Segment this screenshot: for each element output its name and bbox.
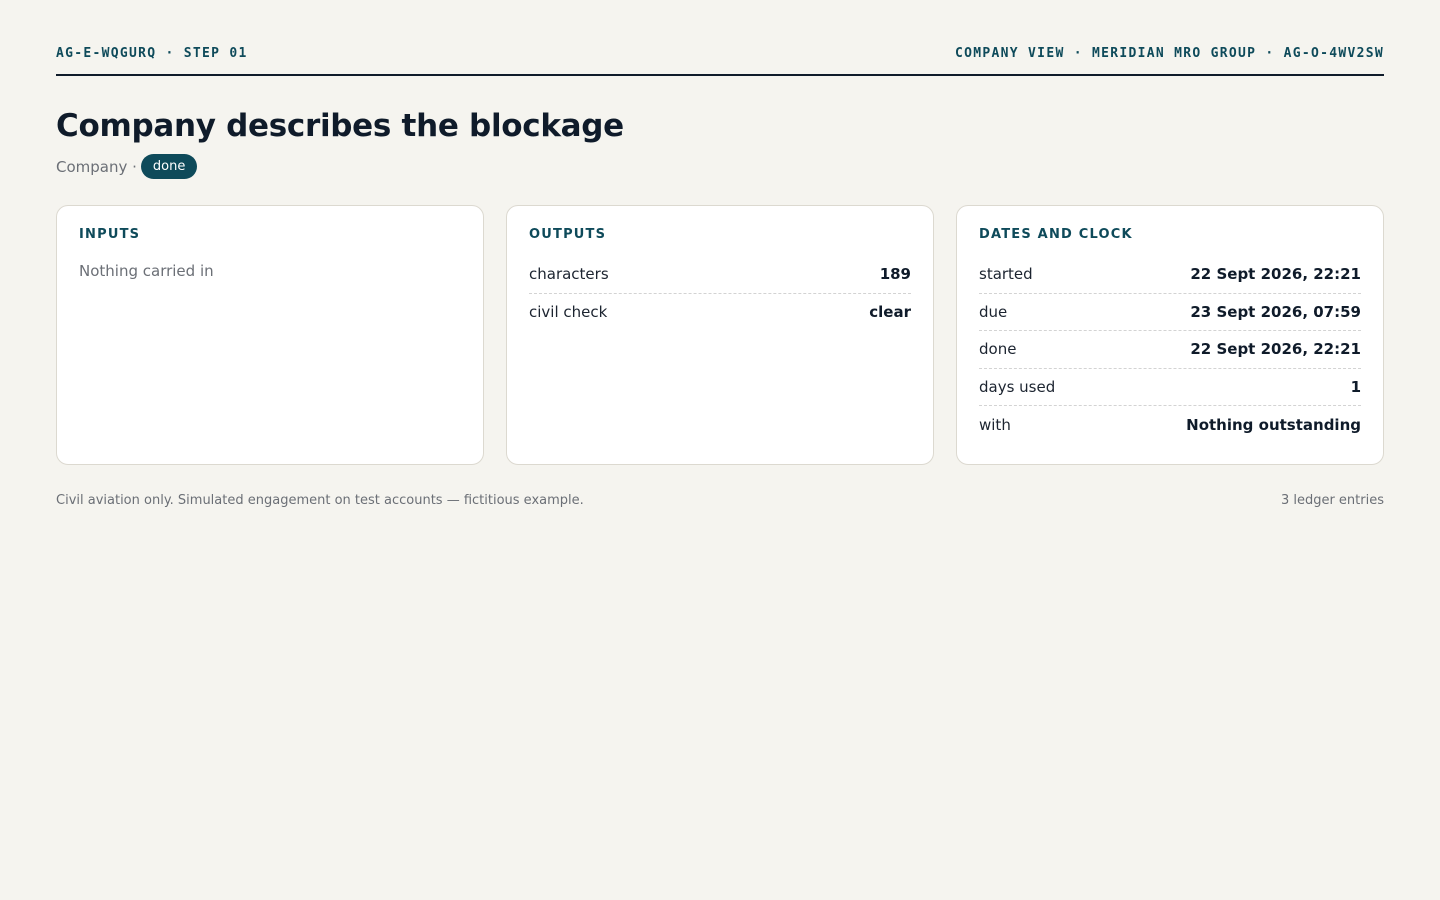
output-label: civil check — [529, 303, 608, 322]
date-value: 22 Sept 2026, 22:21 — [1190, 265, 1361, 284]
cards: INPUTS Nothing carried in OUTPUTS charac… — [56, 205, 1384, 465]
outputs-card: OUTPUTS characters 189 civil check clear — [506, 205, 934, 465]
output-row-characters: characters 189 — [529, 256, 911, 294]
page: AG-E-WQGURQ · STEP 01 COMPANY VIEW · MER… — [0, 0, 1440, 900]
date-label: started — [979, 265, 1033, 284]
date-value: 22 Sept 2026, 22:21 — [1190, 340, 1361, 359]
date-value: 23 Sept 2026, 07:59 — [1190, 302, 1361, 321]
role-label: Company · — [56, 157, 137, 176]
date-row-done: done 22 Sept 2026, 22:21 — [979, 331, 1361, 369]
date-row-due: due 23 Sept 2026, 07:59 — [979, 294, 1361, 331]
inputs-card-title: INPUTS — [79, 227, 141, 242]
disclaimer-text: Civil aviation only. Simulated engagemen… — [56, 493, 584, 508]
date-value: 1 — [1350, 377, 1361, 396]
dates-card-title: DATES AND CLOCK — [979, 227, 1133, 242]
footer: Civil aviation only. Simulated engagemen… — [56, 493, 1384, 508]
ledger-count: 3 ledger entries — [1280, 493, 1384, 508]
date-label: days used — [979, 377, 1056, 396]
top-bar: AG-E-WQGURQ · STEP 01 COMPANY VIEW · MER… — [56, 0, 1384, 76]
date-label: due — [979, 302, 1008, 321]
inputs-empty-text: Nothing carried in — [79, 262, 214, 280]
view-context: COMPANY VIEW · MERIDIAN MRO GROUP · AG-O… — [955, 46, 1384, 61]
status-badge: done — [140, 154, 198, 179]
output-row-civil-check: civil check clear — [529, 294, 911, 332]
date-row-started: started 22 Sept 2026, 22:21 — [979, 256, 1361, 294]
inputs-card: INPUTS Nothing carried in — [56, 205, 484, 465]
outputs-card-title: OUTPUTS — [529, 227, 607, 242]
date-row-days-used: days used 1 — [979, 369, 1361, 406]
output-value: 189 — [879, 265, 911, 284]
date-row-with: with Nothing outstanding — [979, 406, 1361, 444]
date-label: with — [979, 415, 1011, 434]
engagement-step-id: AG-E-WQGURQ · STEP 01 — [56, 46, 248, 61]
output-value: clear — [869, 303, 911, 322]
output-label: characters — [529, 265, 609, 284]
subline: Company · done — [56, 154, 1384, 179]
date-label: done — [979, 340, 1017, 359]
date-value: Nothing outstanding — [1186, 415, 1361, 434]
dates-card: DATES AND CLOCK started 22 Sept 2026, 22… — [956, 205, 1384, 465]
page-title: Company describes the blockage — [56, 108, 624, 144]
